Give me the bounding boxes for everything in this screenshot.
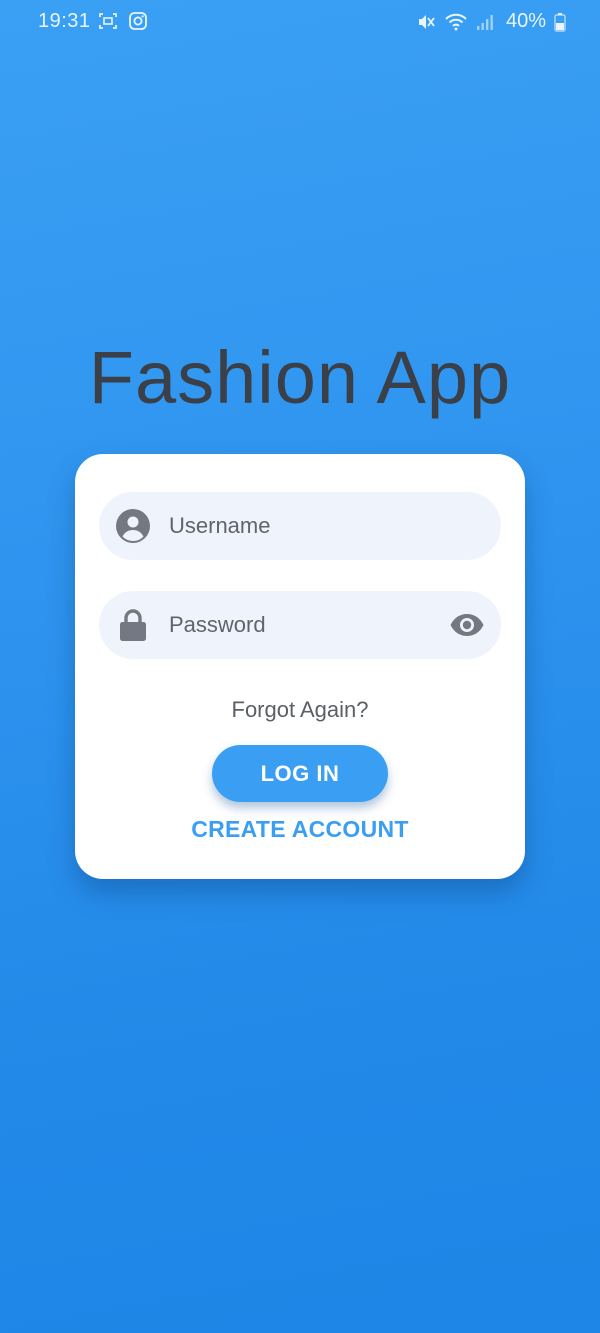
screenshot-icon xyxy=(98,11,118,31)
status-time: 19:31 xyxy=(38,10,91,32)
status-right-icons: 40% xyxy=(416,10,566,33)
login-card: Forgot Again? LOG IN CREATE ACCOUNT xyxy=(75,454,525,879)
signal-icon xyxy=(476,12,494,32)
status-bar: 19:31 40% xyxy=(0,0,600,44)
app-title: Fashion App xyxy=(88,336,512,419)
username-field[interactable] xyxy=(99,492,501,560)
wifi-icon xyxy=(444,12,468,32)
create-account-link[interactable]: CREATE ACCOUNT xyxy=(75,816,525,843)
lock-icon xyxy=(115,607,151,643)
eye-icon[interactable] xyxy=(449,608,485,642)
mute-icon xyxy=(416,12,436,32)
battery-icon xyxy=(554,12,566,32)
account-circle-icon xyxy=(115,508,151,544)
username-input[interactable] xyxy=(169,492,439,560)
instagram-icon xyxy=(128,11,148,31)
password-input[interactable] xyxy=(169,591,439,659)
battery-level: 40% xyxy=(505,10,546,32)
login-button[interactable]: LOG IN xyxy=(212,745,388,802)
status-left-icons xyxy=(98,11,148,31)
forgot-password-link[interactable]: Forgot Again? xyxy=(75,697,525,723)
password-field[interactable] xyxy=(99,591,501,659)
